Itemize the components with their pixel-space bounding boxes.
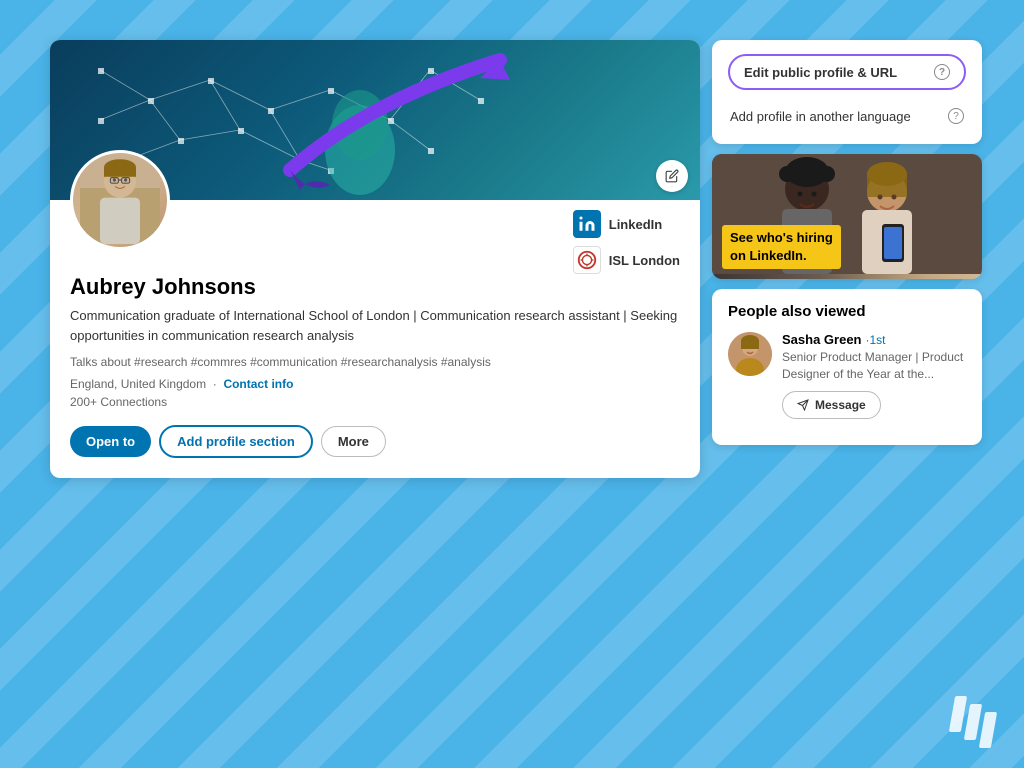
linkedin-icon: [578, 215, 596, 233]
company-item-linkedin: LinkedIn: [573, 210, 680, 238]
more-button[interactable]: More: [321, 426, 386, 457]
profile-hashtags: Talks about #research #commres #communic…: [70, 353, 680, 371]
people-also-viewed-card: People also viewed: [712, 289, 982, 445]
add-profile-section-button[interactable]: Add profile section: [159, 425, 313, 458]
company-name-isl: ISL London: [609, 253, 680, 268]
ad-line1: See who's hiring: [730, 229, 833, 247]
logo-stripe-1: [949, 696, 967, 732]
person-item: Sasha Green ·1st Senior Product Manager …: [728, 332, 966, 419]
edit-public-profile-button[interactable]: Edit public profile & URL ?: [728, 54, 966, 90]
avatar: [70, 150, 170, 250]
pencil-icon: [665, 169, 679, 183]
edit-banner-button[interactable]: [656, 160, 688, 192]
person-avatar: [728, 332, 772, 376]
message-icon: [797, 399, 809, 411]
sidebar-top-card: Edit public profile & URL ? Add profile …: [712, 40, 982, 144]
profile-connections: 200+ Connections: [70, 395, 680, 409]
isl-icon: [576, 249, 598, 271]
ad-image: See who's hiring on LinkedIn.: [712, 154, 982, 279]
company-item-isl: ISL London: [573, 246, 680, 274]
ad-line2: on LinkedIn.: [730, 247, 833, 265]
profile-body: LinkedIn: [50, 200, 700, 478]
bottom-logo: [952, 696, 994, 748]
avatar-wrapper: [70, 150, 170, 250]
profile-headline: Communication graduate of International …: [70, 306, 680, 345]
people-also-viewed-title: People also viewed: [728, 303, 966, 320]
linkedin-logo: [573, 210, 601, 238]
profile-companies: LinkedIn: [573, 210, 680, 274]
person-info: Sasha Green ·1st Senior Product Manager …: [782, 332, 966, 419]
ad-text-overlay: See who's hiring on LinkedIn.: [722, 225, 841, 269]
profile-actions: Open to Add profile section More: [70, 425, 680, 458]
profile-name: Aubrey Johnsons: [70, 274, 680, 300]
message-button[interactable]: Message: [782, 391, 881, 419]
company-name-linkedin: LinkedIn: [609, 217, 662, 232]
main-container: LinkedIn: [0, 0, 1024, 768]
contact-info-link[interactable]: Contact info: [223, 377, 293, 391]
add-language-label: Add profile in another language: [730, 109, 911, 124]
add-language-button[interactable]: Add profile in another language ?: [728, 102, 966, 130]
person-avatar-image: [728, 332, 772, 376]
edit-public-profile-label: Edit public profile & URL: [744, 65, 897, 80]
logo-stripe-2: [964, 704, 982, 740]
isl-logo: [573, 246, 601, 274]
person-title: Senior Product Manager | Product Designe…: [782, 349, 966, 383]
person-degree: ·1st: [866, 333, 886, 347]
person-name: Sasha Green: [782, 332, 862, 347]
profile-card: LinkedIn: [50, 40, 700, 478]
ad-card: See who's hiring on LinkedIn.: [712, 154, 982, 279]
avatar-image: [80, 155, 160, 245]
right-sidebar: Edit public profile & URL ? Add profile …: [712, 40, 982, 445]
add-language-help-icon: ?: [948, 108, 964, 124]
message-label: Message: [815, 398, 866, 412]
person-name-row: Sasha Green ·1st: [782, 332, 966, 347]
edit-profile-help-icon: ?: [934, 64, 950, 80]
profile-location: England, United Kingdom · Contact info: [70, 377, 680, 391]
open-to-button[interactable]: Open to: [70, 426, 151, 457]
